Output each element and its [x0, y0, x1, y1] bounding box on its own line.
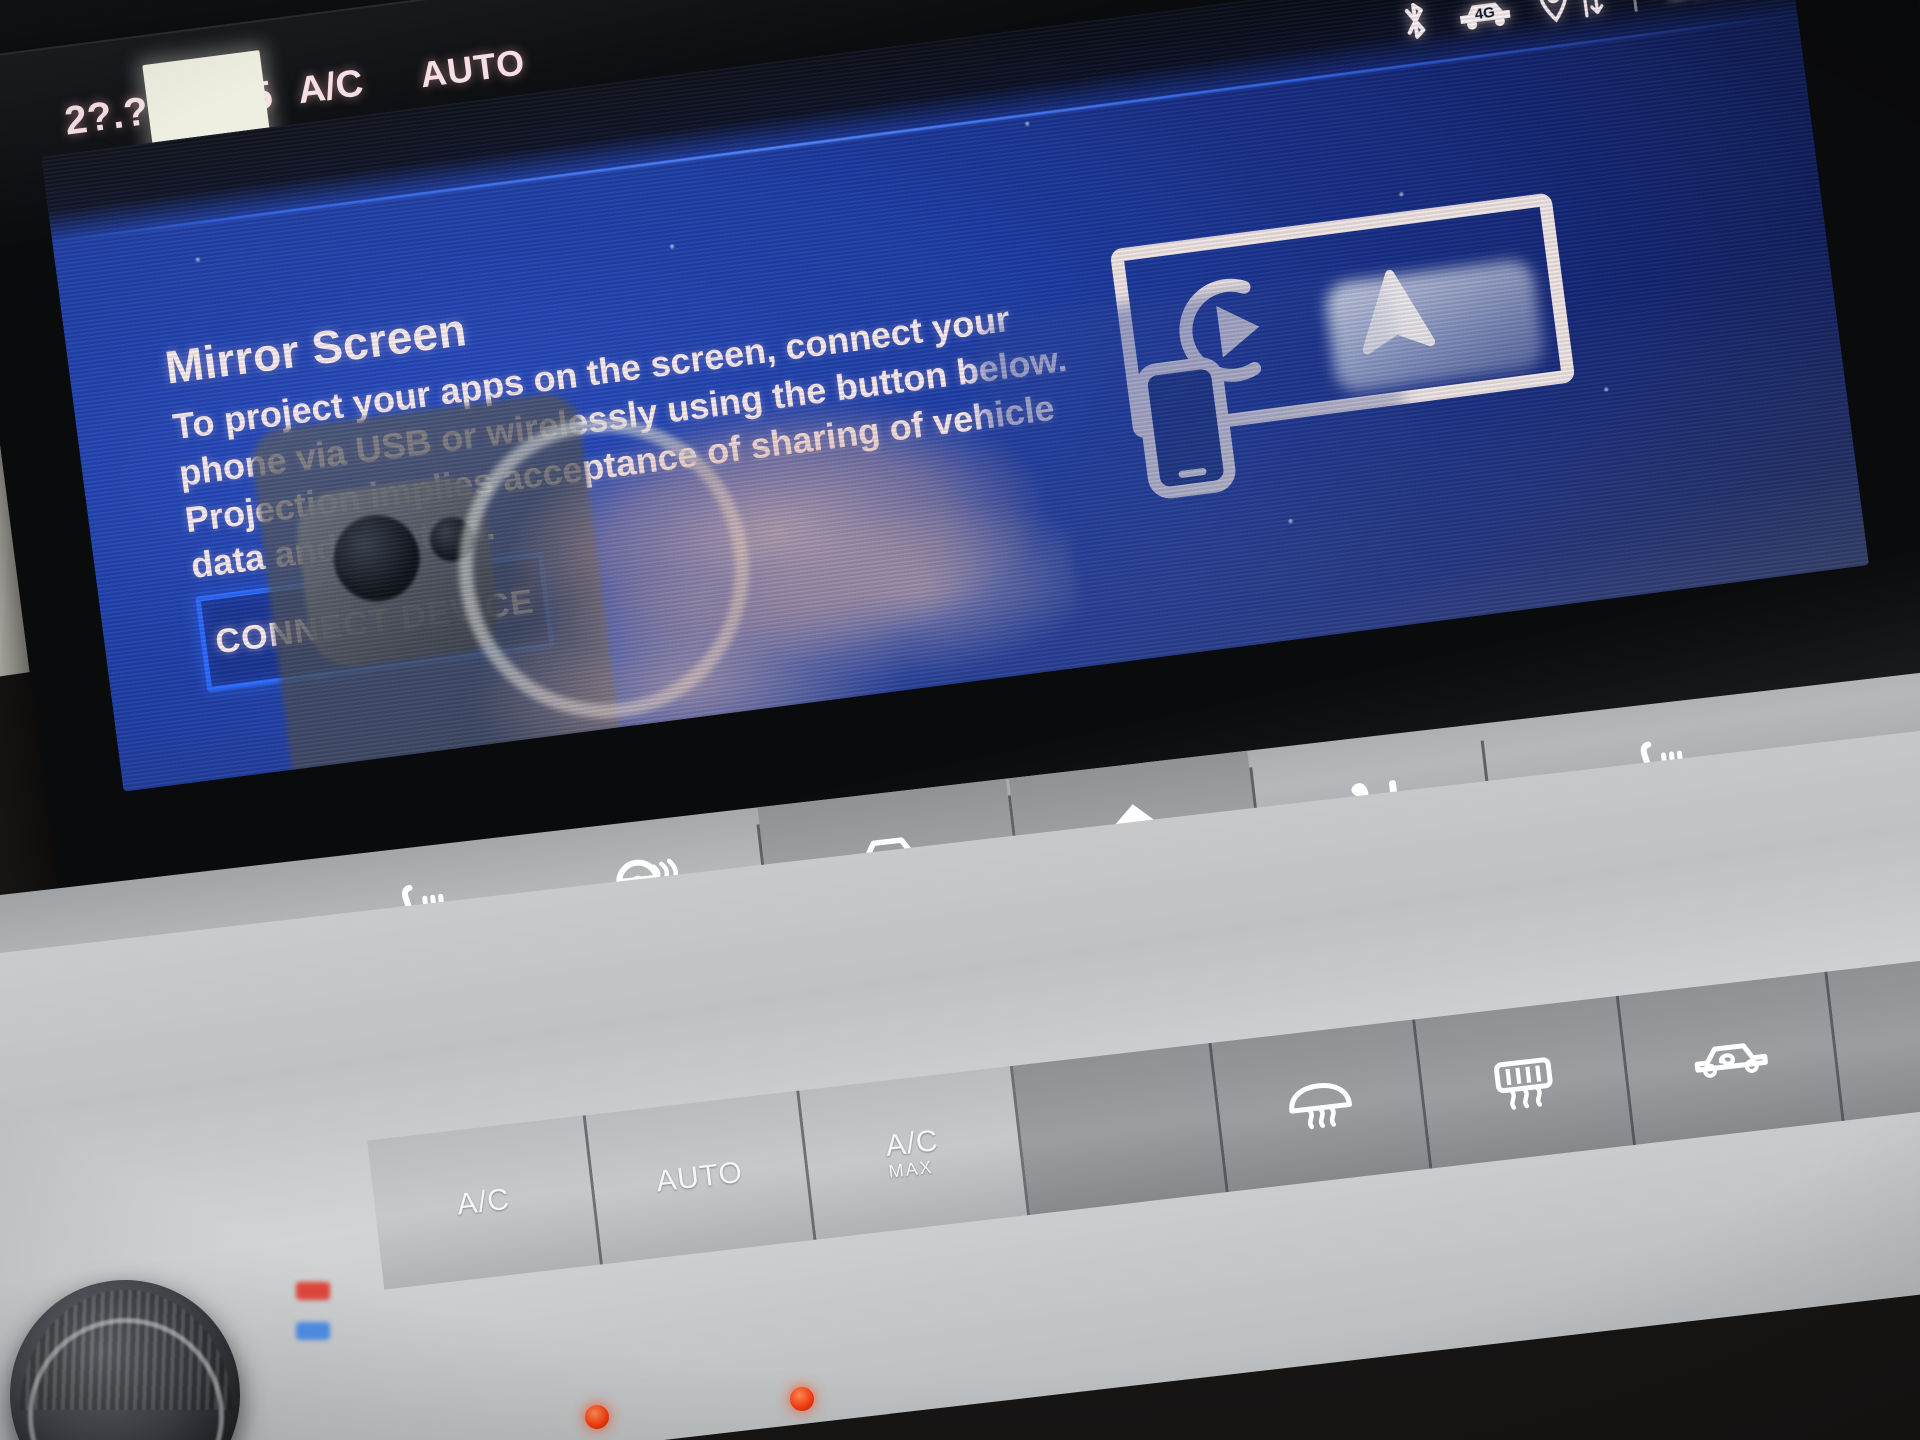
climate-ac-label: A/C — [295, 61, 366, 112]
auto-climate-button[interactable]: AUTO — [585, 1090, 817, 1265]
infotainment-photo-scene: 2?.? 19.5 A/C AUTO — [0, 0, 1920, 1440]
ac-max-button[interactable]: A/C MAX — [799, 1065, 1031, 1240]
reflection-blurred-text — [921, 695, 1117, 772]
front-defrost-icon — [1289, 1083, 1353, 1130]
climate-auto-label: AUTO — [417, 41, 528, 96]
air-recirculation-button[interactable] — [1618, 971, 1845, 1145]
rear-defrost-icon — [1494, 1057, 1553, 1110]
svg-text:4G: 4G — [1474, 4, 1496, 23]
ac-max-label: A/C MAX — [884, 1124, 943, 1183]
temp-hot-indicator — [296, 1282, 330, 1300]
auto-climate-label: AUTO — [654, 1155, 745, 1199]
smartphone-outline-icon — [1135, 357, 1236, 499]
connect-device-label: CONNECT DEVICE — [213, 581, 537, 661]
android-auto-icon — [1362, 269, 1436, 355]
mirror-screen-illustration — [1102, 188, 1592, 505]
statusbar-separator — [1629, 0, 1638, 12]
front-defrost-button[interactable] — [1211, 1019, 1433, 1192]
led-indicator-2 — [790, 1387, 814, 1411]
bluetooth-icon[interactable] — [1397, 0, 1432, 44]
ac-toggle-button[interactable]: A/C — [367, 1115, 603, 1290]
recirculation-icon — [1694, 1043, 1768, 1078]
blank-gap-button — [1012, 1042, 1229, 1215]
4g-car-network-icon[interactable]: 4G — [1453, 0, 1515, 35]
location-pin-icon[interactable] — [1536, 0, 1571, 26]
ac-toggle-label: A/C — [455, 1182, 512, 1222]
led-indicator-1 — [585, 1405, 609, 1429]
clock: 13:20 — [1662, 0, 1769, 10]
rear-defrost-button[interactable] — [1415, 995, 1637, 1169]
left-temperature: 2?.? — [62, 88, 152, 144]
fan-speed-button[interactable] — [1827, 944, 1920, 1121]
data-transfer-arrows-icon — [1574, 0, 1605, 21]
fan-updown-icon — [1903, 1001, 1920, 1064]
temp-cold-indicator — [296, 1322, 330, 1340]
